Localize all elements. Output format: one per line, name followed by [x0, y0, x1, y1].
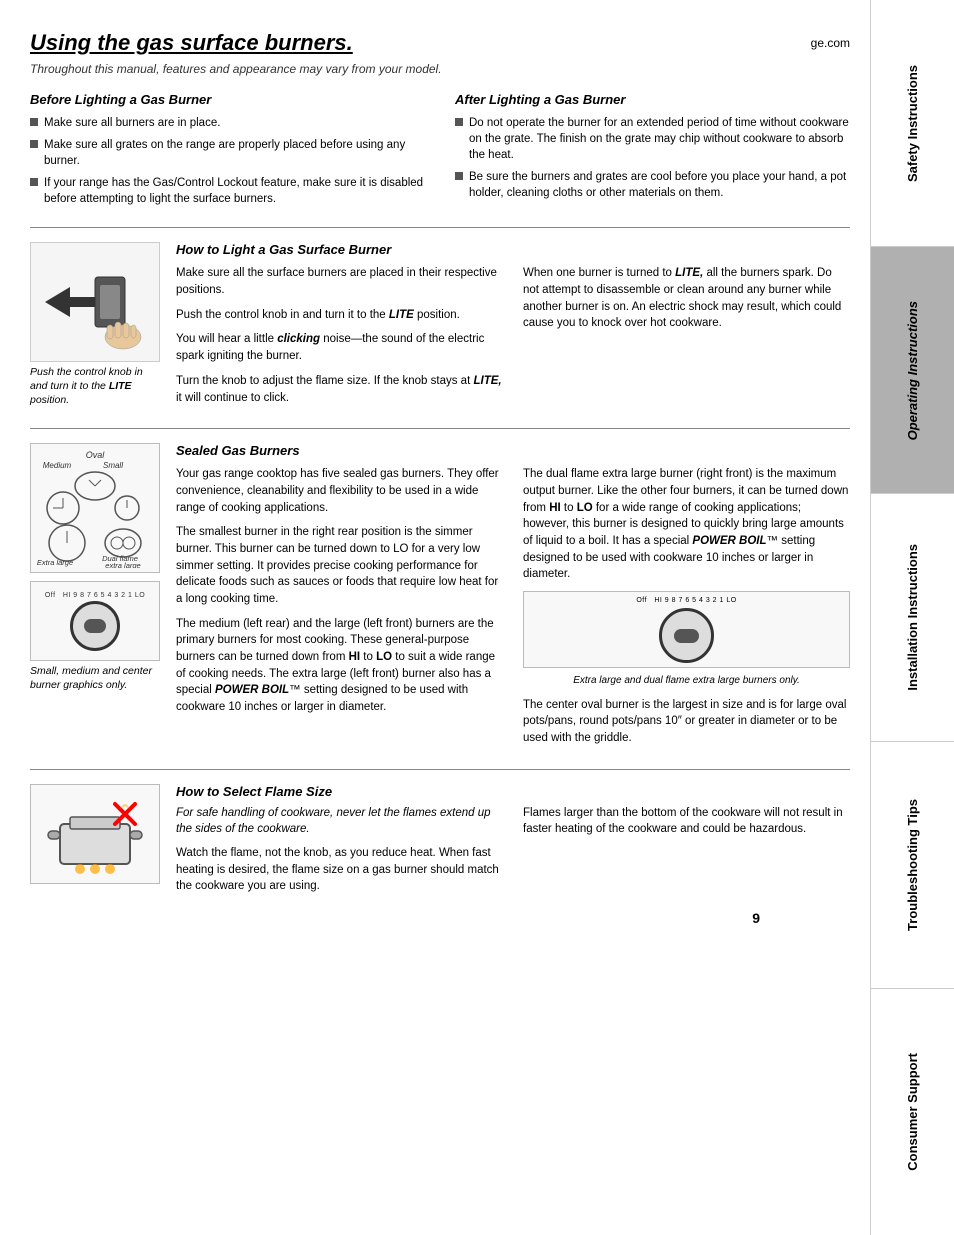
sealed-columns: Your gas range cooktop has five sealed g…: [176, 466, 850, 754]
knob-visual: [70, 601, 120, 651]
sealed-burners-heading: Sealed Gas Burners: [176, 443, 850, 458]
how-to-light-section: Push the control knob in and turn it to …: [30, 242, 850, 414]
sidebar-troubleshooting[interactable]: Troubleshooting Tips: [871, 742, 954, 989]
knob-scale: Off HI 9 8 7 6 5 4 3 2 1 LO: [45, 592, 145, 599]
how-to-left-col: Make sure all the surface burners are pl…: [176, 265, 503, 414]
sidebar-safety[interactable]: Safety Instructions: [871, 0, 954, 247]
sidebar-operating-label: Operating Instructions: [905, 301, 921, 440]
knob-svg: [35, 247, 155, 357]
flame-right-col: Flames larger than the bottom of the coo…: [523, 805, 850, 902]
before-bullet-2: Make sure all grates on the range are pr…: [30, 137, 425, 169]
bullet-icon: [30, 140, 38, 148]
flame-size-section: How to Select Flame Size For safe handli…: [30, 784, 850, 902]
sealed-image-col: Oval Medium Small: [30, 443, 160, 754]
page-number: 9: [752, 910, 760, 926]
flame-image-col: [30, 784, 160, 902]
after-bullet-2: Be sure the burners and grates are cool …: [455, 169, 850, 201]
sidebar-consumer[interactable]: Consumer Support: [871, 989, 954, 1235]
after-lighting-heading: After Lighting a Gas Burner: [455, 92, 850, 107]
sealed-text-col: Sealed Gas Burners Your gas range cookto…: [176, 443, 850, 754]
sealed-burners-section: Oval Medium Small: [30, 443, 850, 754]
website-link: ge.com: [811, 36, 850, 50]
before-lighting-col: Before Lighting a Gas Burner Make sure a…: [30, 92, 425, 213]
right-knob-diagram: Off HI 9 8 7 6 5 4 3 2 1 LO: [523, 591, 850, 668]
sidebar-installation-label: Installation Instructions: [905, 544, 921, 691]
right-sidebar: Safety Instructions Operating Instructio…: [870, 0, 954, 1235]
bullet-icon: [30, 118, 38, 126]
how-to-text-col: How to Light a Gas Surface Burner Make s…: [176, 242, 850, 414]
divider-2: [30, 428, 850, 429]
knob-diagram: Off HI 9 8 7 6 5 4 3 2 1 LO: [30, 581, 160, 661]
divider-3: [30, 769, 850, 770]
flame-svg: [40, 789, 150, 879]
page-title-text: Using the gas surface burners.: [30, 30, 353, 55]
before-bullet-3: If your range has the Gas/Control Lockou…: [30, 175, 425, 207]
divider-1: [30, 227, 850, 228]
sidebar-operating[interactable]: Operating Instructions: [871, 247, 954, 494]
how-to-right-col: When one burner is turned to LITE, all t…: [523, 265, 850, 414]
how-to-columns: Make sure all the surface burners are pl…: [176, 265, 850, 414]
page-title: Using the gas surface burners. ge.com: [30, 30, 850, 56]
how-to-light-heading: How to Light a Gas Surface Burner: [176, 242, 850, 257]
sidebar-safety-label: Safety Instructions: [905, 65, 921, 182]
sidebar-troubleshooting-label: Troubleshooting Tips: [905, 799, 921, 931]
right-knob-caption: Extra large and dual flame extra large b…: [523, 674, 850, 689]
knob-inner: [84, 619, 106, 633]
flame-text-col: How to Select Flame Size For safe handli…: [176, 784, 850, 902]
sealed-left-col: Your gas range cooktop has five sealed g…: [176, 466, 503, 754]
right-knob-inner: [674, 629, 699, 643]
page-title-wrapper: Using the gas surface burners. ge.com Th…: [30, 30, 850, 76]
after-bullet-1: Do not operate the burner for an extende…: [455, 115, 850, 163]
bullet-icon: [455, 172, 463, 180]
subtitle: Throughout this manual, features and app…: [30, 62, 850, 76]
bullet-icon: [30, 178, 38, 186]
right-knob-visual: [659, 608, 714, 663]
svg-text:Medium: Medium: [43, 461, 72, 470]
knob-caption: Push the control knob in and turn it to …: [30, 366, 160, 407]
burner-diagram: Oval Medium Small: [30, 443, 160, 573]
flame-left-col: For safe handling of cookware, never let…: [176, 805, 503, 902]
sealed-right-col: The dual flame extra large burner (right…: [523, 466, 850, 754]
svg-text:Small: Small: [103, 461, 123, 470]
burner-diagram-svg: Oval Medium Small: [35, 448, 155, 568]
svg-text:Extra large: Extra large: [37, 558, 73, 567]
svg-text:extra large: extra large: [105, 561, 140, 568]
bullet-icon: [455, 118, 463, 126]
svg-text:Oval: Oval: [86, 450, 106, 460]
lighting-section: Before Lighting a Gas Burner Make sure a…: [30, 92, 850, 213]
after-lighting-col: After Lighting a Gas Burner Do not opera…: [455, 92, 850, 213]
before-bullet-1: Make sure all burners are in place.: [30, 115, 425, 131]
sidebar-installation[interactable]: Installation Instructions: [871, 494, 954, 741]
flame-size-heading: How to Select Flame Size: [176, 784, 850, 799]
knob-illustration: [30, 242, 160, 362]
flame-illustration: [30, 784, 160, 884]
main-content: Using the gas surface burners. ge.com Th…: [0, 0, 870, 946]
right-knob-scale: Off HI 9 8 7 6 5 4 3 2 1 LO: [636, 596, 736, 606]
flame-columns: For safe handling of cookware, never let…: [176, 805, 850, 902]
small-medium-caption: Small, medium and center burner graphics…: [30, 665, 160, 692]
before-lighting-heading: Before Lighting a Gas Burner: [30, 92, 425, 107]
sidebar-consumer-label: Consumer Support: [905, 1053, 921, 1171]
how-to-image-col: Push the control knob in and turn it to …: [30, 242, 160, 414]
